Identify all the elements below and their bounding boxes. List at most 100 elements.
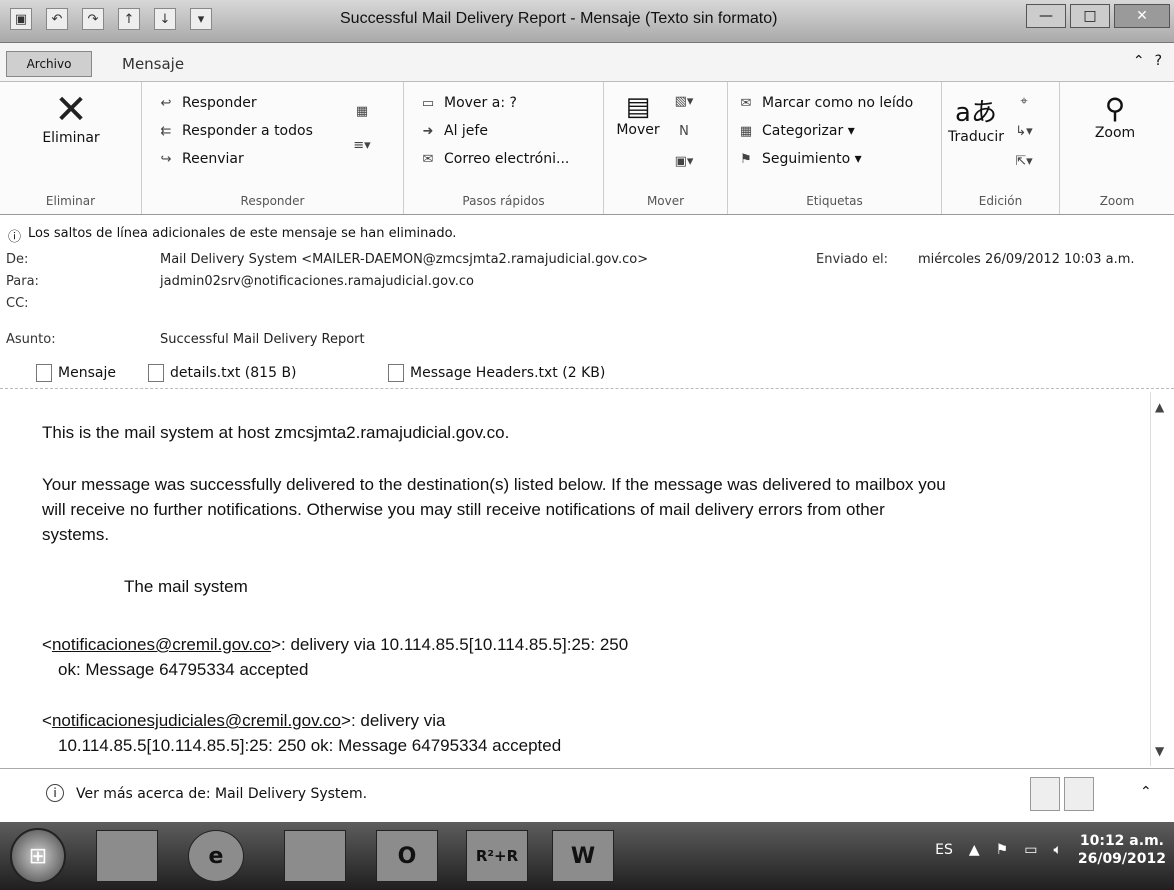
- mark-unread-button[interactable]: ✉ Marcar como no leído: [736, 94, 914, 112]
- delete-button[interactable]: ✕ Eliminar: [10, 90, 132, 146]
- actions-button[interactable]: ▣▾: [674, 152, 694, 170]
- group-delete-label: Eliminar: [45, 194, 96, 208]
- info-bar-text: Los saltos de línea adicionales de este …: [28, 226, 457, 241]
- recipient-line-2: <notificacionesjudiciales@cremil.gov.co>…: [42, 708, 445, 733]
- reply-button[interactable]: ↩ Responder: [156, 94, 257, 112]
- meeting-reply-button[interactable]: ▦: [352, 102, 372, 120]
- windows-logo-icon: ⊞: [28, 843, 48, 869]
- find-button[interactable]: ⌖: [1014, 92, 1034, 110]
- body-line: systems.: [42, 525, 110, 544]
- translate-label: Traducir: [948, 129, 1004, 145]
- up-arrow-icon[interactable]: ↑: [118, 8, 140, 30]
- info-bar[interactable]: ⓘ Los saltos de línea adicionales de est…: [0, 222, 1174, 248]
- move-icon: ▤: [625, 92, 651, 122]
- subject-label: Asunto:: [6, 332, 56, 347]
- vertical-scrollbar[interactable]: ▲ ▼: [1150, 392, 1173, 766]
- group-delete: ✕ Eliminar Eliminar: [0, 82, 142, 214]
- contact-photo-icon[interactable]: [1030, 777, 1060, 811]
- close-button[interactable]: ✕: [1114, 4, 1170, 28]
- attachment-details[interactable]: details.txt (815 B): [148, 364, 297, 382]
- categorize-button[interactable]: ▦ Categorizar ▾: [736, 122, 855, 140]
- arrow-icon: ➜: [422, 123, 434, 139]
- minimize-ribbon-icon[interactable]: ⌃: [1133, 53, 1145, 69]
- start-button[interactable]: ⊞: [10, 828, 66, 884]
- customize-icon[interactable]: ▾: [190, 8, 212, 30]
- clock[interactable]: 10:12 a.m. 26/09/2012: [1078, 832, 1166, 868]
- tab-file[interactable]: Archivo: [6, 51, 92, 77]
- related-button[interactable]: ↳▾: [1014, 122, 1034, 140]
- move-to-quick-step[interactable]: ▭ Mover a: ?: [418, 94, 517, 112]
- from-label: De:: [6, 252, 29, 267]
- zoom-label: Zoom: [1094, 125, 1136, 141]
- scroll-down-icon[interactable]: ▼: [1155, 744, 1164, 758]
- save-icon[interactable]: ▣: [10, 8, 32, 30]
- down-arrow-icon[interactable]: ↓: [154, 8, 176, 30]
- email-quick-step[interactable]: ✉ Correo electróni...: [418, 150, 570, 168]
- more-respond-button[interactable]: ≡▾: [352, 136, 372, 154]
- maximize-button[interactable]: □: [1070, 4, 1110, 28]
- select-button[interactable]: ⇱▾: [1014, 152, 1034, 170]
- tab-message[interactable]: Mensaje: [122, 55, 184, 73]
- scroll-up-icon[interactable]: ▲: [1155, 400, 1164, 414]
- actions-icon: ▣▾: [674, 153, 694, 169]
- to-value[interactable]: jadmin02srv@notificaciones.ramajudicial.…: [160, 274, 474, 289]
- window-title: Successful Mail Delivery Report - Mensaj…: [340, 10, 778, 27]
- taskbar-ie[interactable]: e: [188, 830, 244, 882]
- subject-row: Asunto: Successful Mail Delivery Report: [0, 330, 1174, 352]
- group-edit-label: Edición: [978, 194, 1023, 208]
- to-manager-quick-step[interactable]: ➜ Al jefe: [418, 122, 488, 140]
- group-edit: aあ Traducir ⌖ ↳▾ ⇱▾ Edición: [942, 82, 1060, 214]
- message-body[interactable]: This is the mail system at host zmcsjmta…: [0, 392, 1150, 766]
- volume-icon[interactable]: 🔈︎: [1053, 842, 1061, 858]
- email-label: Correo electróni...: [444, 151, 570, 167]
- follow-up-button[interactable]: ⚑ Seguimiento ▾: [736, 150, 862, 168]
- envelope-closed-icon: ✉: [740, 95, 752, 111]
- minimize-button[interactable]: —: [1026, 4, 1066, 28]
- taskbar-media[interactable]: [284, 830, 346, 882]
- help-icon[interactable]: ?: [1155, 53, 1162, 69]
- translate-button[interactable]: aあ Traducir: [946, 92, 1006, 145]
- more-icon: ≡▾: [353, 137, 371, 153]
- taskbar-app-r2[interactable]: R²+R: [466, 830, 528, 882]
- word-icon: W: [570, 843, 596, 869]
- body-line: will receive no further notifications. O…: [42, 500, 885, 519]
- onenote-button[interactable]: N: [674, 122, 694, 140]
- categorize-label: Categorizar ▾: [762, 123, 855, 139]
- category-grid-icon: ▦: [739, 123, 753, 139]
- forward-button[interactable]: ↪ Reenviar: [156, 150, 244, 168]
- ribbon-right-controls: ⌃ ?: [1133, 53, 1162, 69]
- outlook-icon: O: [397, 843, 417, 869]
- expand-pane-icon[interactable]: ⌃: [1140, 784, 1152, 800]
- people-pane-text[interactable]: Ver más acerca de: Mail Delivery System.: [76, 786, 367, 802]
- move-button[interactable]: ▤ Mover: [610, 92, 666, 138]
- language-indicator[interactable]: ES: [935, 842, 953, 858]
- zoom-button[interactable]: ⚲ Zoom: [1070, 92, 1160, 141]
- message-tab[interactable]: Mensaje: [36, 364, 116, 382]
- windows-taskbar: ⊞ e O R²+R W ES ▲ ⚑ ▭ 🔈︎ 10:12 a.m. 26/0…: [0, 822, 1174, 890]
- taskbar-explorer[interactable]: [96, 830, 158, 882]
- network-icon[interactable]: ▭: [1024, 842, 1037, 858]
- contact-photo-icon[interactable]: [1064, 777, 1094, 811]
- attachment-headers[interactable]: Message Headers.txt (2 KB): [388, 364, 605, 382]
- taskbar-outlook[interactable]: O: [376, 830, 438, 882]
- redo-icon[interactable]: ↷: [82, 8, 104, 30]
- reply-all-icon: ⇇: [160, 123, 172, 139]
- undo-icon[interactable]: ↶: [46, 8, 68, 30]
- group-zoom-label: Zoom: [1099, 194, 1135, 208]
- info-icon: i: [46, 784, 64, 802]
- rules-button[interactable]: ▧▾: [674, 92, 694, 110]
- related-icon: ↳▾: [1015, 123, 1033, 139]
- flag-icon[interactable]: ⚑: [996, 842, 1009, 858]
- delete-icon: ✕: [54, 87, 88, 133]
- show-hidden-icons-icon[interactable]: ▲: [969, 842, 980, 858]
- attachment-headers-label: Message Headers.txt (2 KB): [410, 365, 606, 381]
- taskbar-word[interactable]: W: [552, 830, 614, 882]
- recipient-email-link[interactable]: notificacionesjudiciales@cremil.gov.co: [52, 711, 341, 730]
- reply-all-button[interactable]: ⇇ Responder a todos: [156, 122, 313, 140]
- from-value[interactable]: Mail Delivery System <MAILER-DAEMON@zmcs…: [160, 252, 648, 267]
- group-tags: ✉ Marcar como no leído ▦ Categorizar ▾ ⚑…: [728, 82, 942, 214]
- recipient-email-link[interactable]: notificaciones@cremil.gov.co: [52, 635, 271, 654]
- to-label: Para:: [6, 274, 39, 289]
- system-tray: ES ▲ ⚑ ▭ 🔈︎ 10:12 a.m. 26/09/2012: [935, 832, 1166, 868]
- info-icon: ⓘ: [8, 230, 22, 245]
